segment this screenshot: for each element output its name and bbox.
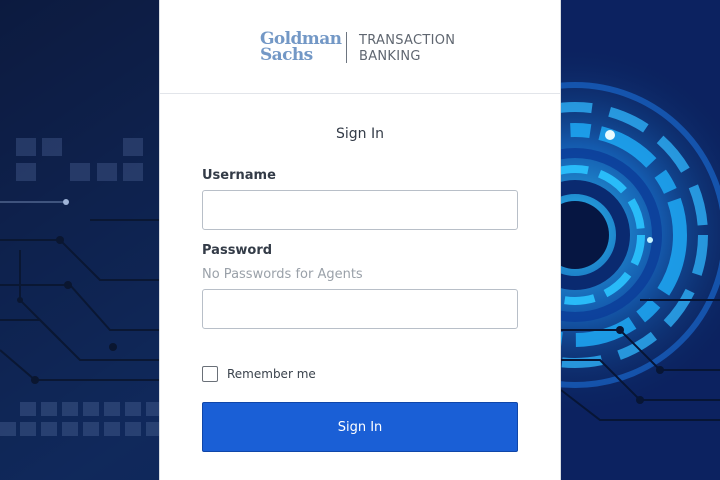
remember-me-label[interactable]: Remember me — [227, 367, 316, 381]
logo-line-2: Sachs — [260, 45, 313, 65]
product-name: TRANSACTION BANKING — [359, 33, 455, 65]
password-hint: No Passwords for Agents — [202, 267, 363, 282]
product-line-1: TRANSACTION — [359, 33, 456, 48]
remember-me[interactable]: Remember me — [202, 366, 316, 382]
password-input[interactable] — [202, 289, 518, 329]
username-input[interactable] — [202, 190, 518, 230]
logo-divider — [346, 32, 347, 63]
remember-me-checkbox[interactable] — [202, 366, 218, 382]
goldman-sachs-logo: Goldman Sachs — [260, 31, 342, 65]
brand-header: Goldman Sachs TRANSACTION BANKING — [160, 0, 560, 94]
password-label: Password — [202, 243, 273, 258]
username-label: Username — [202, 168, 276, 183]
sign-in-button[interactable]: Sign In — [202, 402, 518, 452]
product-line-2: BANKING — [359, 49, 421, 64]
form-title: Sign In — [336, 126, 384, 142]
login-card: Goldman Sachs TRANSACTION BANKING Sign I… — [159, 0, 561, 480]
